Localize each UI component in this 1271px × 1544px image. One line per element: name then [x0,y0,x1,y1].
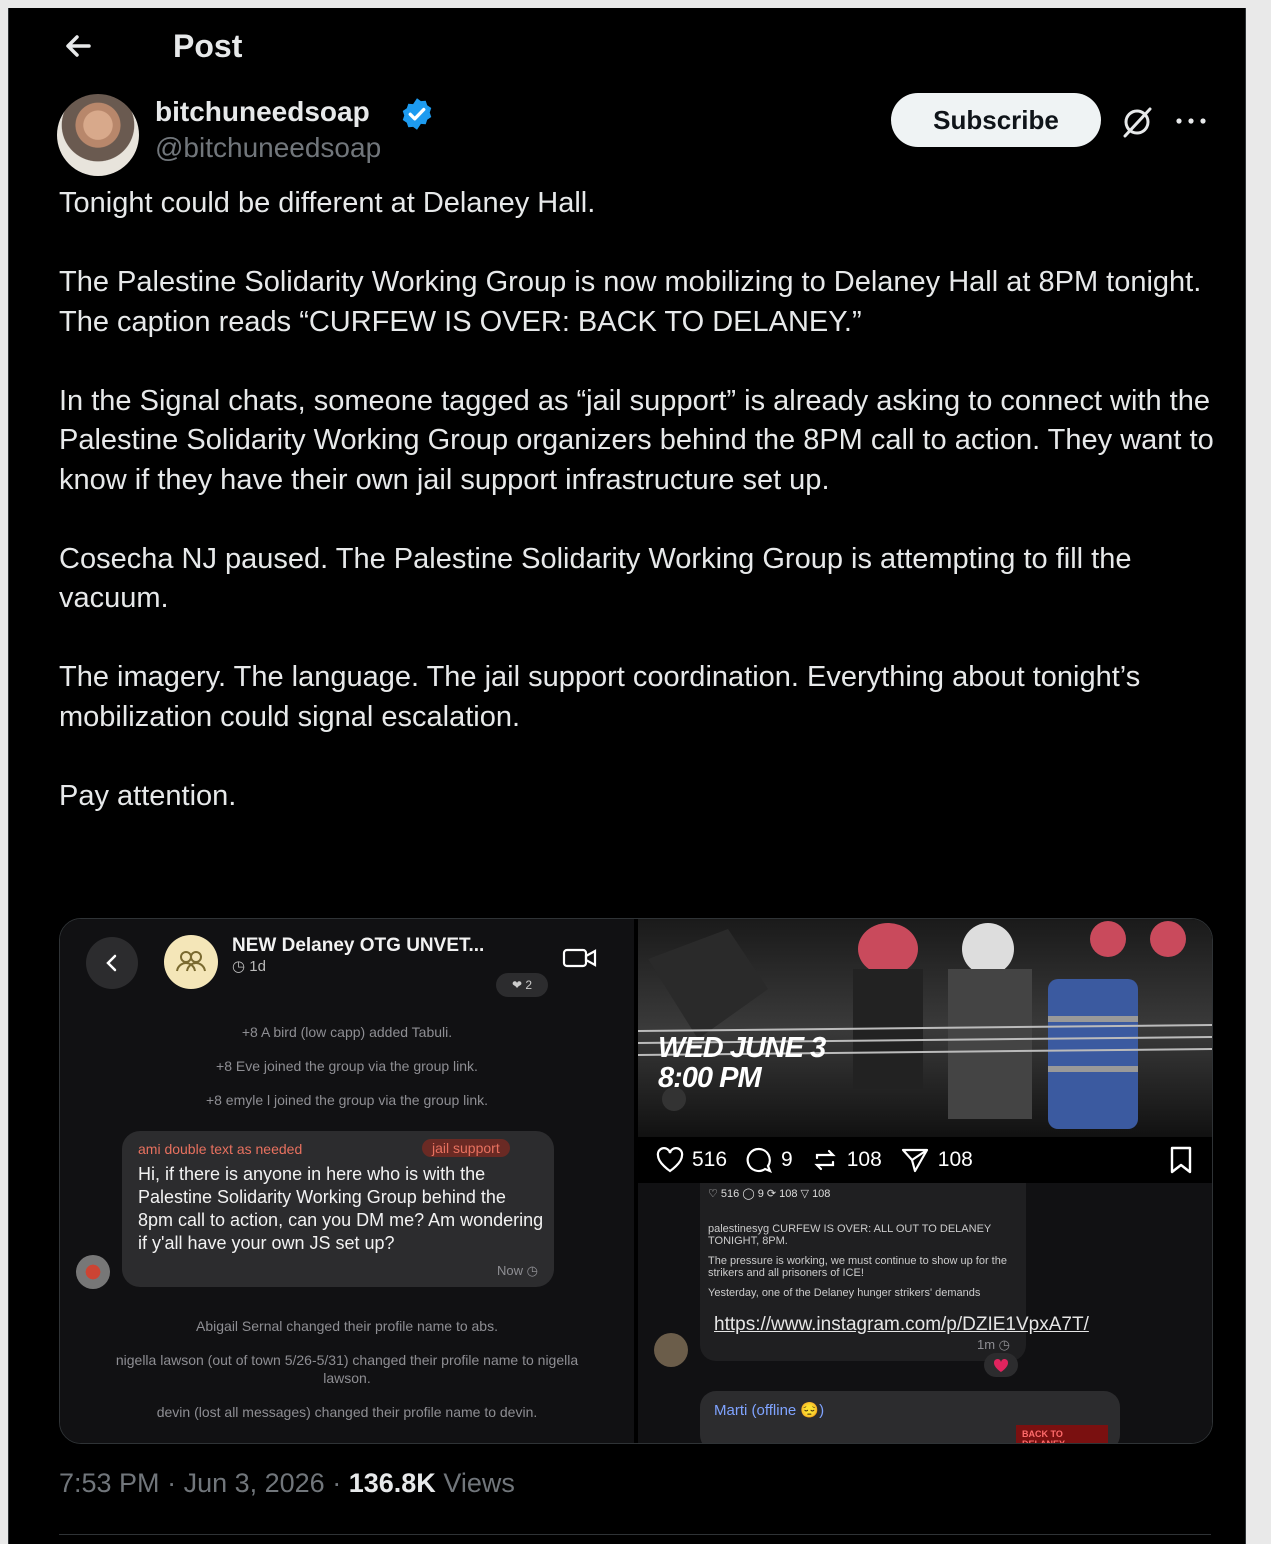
repost-button[interactable]: 108 [811,1146,882,1174]
instagram-link[interactable]: https://www.instagram.com/p/DZIE1VpxA7T/ [714,1313,1089,1337]
post-page: Post bitchuneedsoap @bitchuneedsoap Subs… [8,8,1246,1544]
signal-chat-screenshot[interactable]: NEW Delaney OTG UNVET... ◷ 1d ❤ 2 +8 A b… [60,919,634,1443]
like-count: 516 [692,1148,728,1171]
reaction-badge: ❤ 2 [496,973,548,997]
caption-line: palestinesyg CURFEW IS OVER: ALL OUT TO … [708,1223,992,1247]
message-time: 1m ◷ [976,1337,1010,1352]
share-count: 108 [937,1148,973,1171]
system-message: Abigail Sernal changed their profile nam… [196,1318,498,1334]
link-preview-thumbnail: BACK TO DELANEY [1016,1425,1108,1443]
member-avatar [654,1333,688,1367]
chat-group-title: NEW Delaney OTG UNVET... [232,935,485,956]
system-message: +8 Eve joined the group via the group li… [216,1058,478,1074]
poster-time: 8:00 PM [658,1062,762,1094]
subscribe-button[interactable]: Subscribe [891,93,1101,147]
author-display-name[interactable]: bitchuneedsoap [155,96,370,128]
heart-reaction-icon [984,1353,1018,1377]
author-avatar[interactable] [57,94,139,176]
system-message: +8 emyle l joined the group via the grou… [205,1092,489,1108]
back-arrow-icon[interactable] [59,26,99,66]
mini-stats-row: ♡ 516 ◯ 9 ⟳ 108 ▽ 108 [708,1188,831,1200]
bookmark-icon[interactable] [1168,1145,1194,1181]
member-tag-badge: jail support [422,1139,510,1157]
message-text: Hi, if there is anyone in here who is wi… [138,1164,544,1253]
tweet-paragraph: Tonight could be different at Delaney Ha… [59,187,596,219]
message-sender: ami double text as needed [138,1141,303,1157]
sender-avatar [76,1255,110,1289]
tweet-paragraph: Cosecha NJ paused. The Palestine Solidar… [59,542,1132,615]
shared-link-bubble: ♡ 516 ◯ 9 ⟳ 108 ▽ 108 palestinesyg CURFE… [700,1183,1089,1361]
instagram-post-screenshot[interactable]: WED JUNE 3 8:00 PM 516 9 108 108 ♡ 516 ◯… [638,919,1212,1443]
tweet-paragraph: The imagery. The language. The jail supp… [59,661,1141,733]
group-avatar-icon [164,935,218,989]
separator: · [167,1468,184,1498]
tweet-body: Tonight could be different at Delaney Ha… [59,184,1219,856]
system-message: devin (lost all messages) changed their … [156,1404,538,1420]
tweet-paragraph: In the Signal chats, someone tagged as “… [59,384,1214,496]
poster-date-text: WED JUNE 3 8:00 PM [658,1032,826,1094]
separator: · [332,1468,349,1498]
repost-count: 108 [846,1148,882,1171]
comment-button[interactable]: 9 [745,1146,793,1174]
post-caption: palestinesyg CURFEW IS OVER: ALL OUT TO … [708,1223,1018,1299]
instagram-action-bar: 516 9 108 108 [638,1137,1212,1183]
views-count: 136.8K [348,1468,436,1498]
poster-date: WED JUNE 3 [658,1032,826,1064]
thumbnail-text: BACK TO DELANEY [1022,1429,1065,1443]
system-message: nigella lawson (out of town 5/26-5/31) c… [115,1352,579,1386]
page-title: Post [173,28,243,64]
comment-count: 9 [781,1148,793,1171]
message-sender: Marti (offline 😔) [714,1402,825,1419]
share-button[interactable]: 108 [900,1146,973,1174]
media-grid: NEW Delaney OTG UNVET... ◷ 1d ❤ 2 +8 A b… [59,918,1213,1444]
post-header: Post [9,8,1245,88]
chat-back-icon [86,937,138,989]
views-label: Views [443,1468,515,1498]
verified-badge-icon[interactable] [399,96,435,132]
chat-disappearing-timer: ◷ 1d [232,958,266,975]
author-handle[interactable]: @bitchuneedsoap [155,132,381,164]
chat-message-bubble: Marti (offline 😔) BACK TO DELANEY [700,1391,1120,1443]
message-time: Now ◷ [497,1263,538,1278]
system-message: +8 A bird (low capp) added Tabuli. [241,1024,453,1040]
tweet-paragraph: Pay attention. [59,779,237,812]
event-poster-image: WED JUNE 3 8:00 PM [638,919,1212,1137]
signal-chat-continuation: ♡ 516 ◯ 9 ⟳ 108 ▽ 108 palestinesyg CURFE… [638,1183,1212,1443]
caption-line: The pressure is working, we must continu… [708,1255,1007,1279]
caption-line: Yesterday, one of the Delaney hunger str… [708,1287,981,1299]
post-timestamp: 7:53 PM · Jun 3, 2026 · 136.8K Views [59,1468,515,1499]
grok-icon[interactable] [1119,104,1155,140]
more-options-icon[interactable] [1171,106,1211,136]
post-time[interactable]: 7:53 PM [59,1468,160,1498]
divider [59,1534,1211,1535]
tweet-paragraph: The Palestine Solidarity Working Group i… [59,266,1202,338]
video-call-icon [560,943,600,973]
like-button[interactable]: 516 [656,1147,727,1173]
post-date[interactable]: Jun 3, 2026 [184,1468,325,1498]
chat-message-bubble: ami double text as needed jail support H… [122,1131,554,1287]
